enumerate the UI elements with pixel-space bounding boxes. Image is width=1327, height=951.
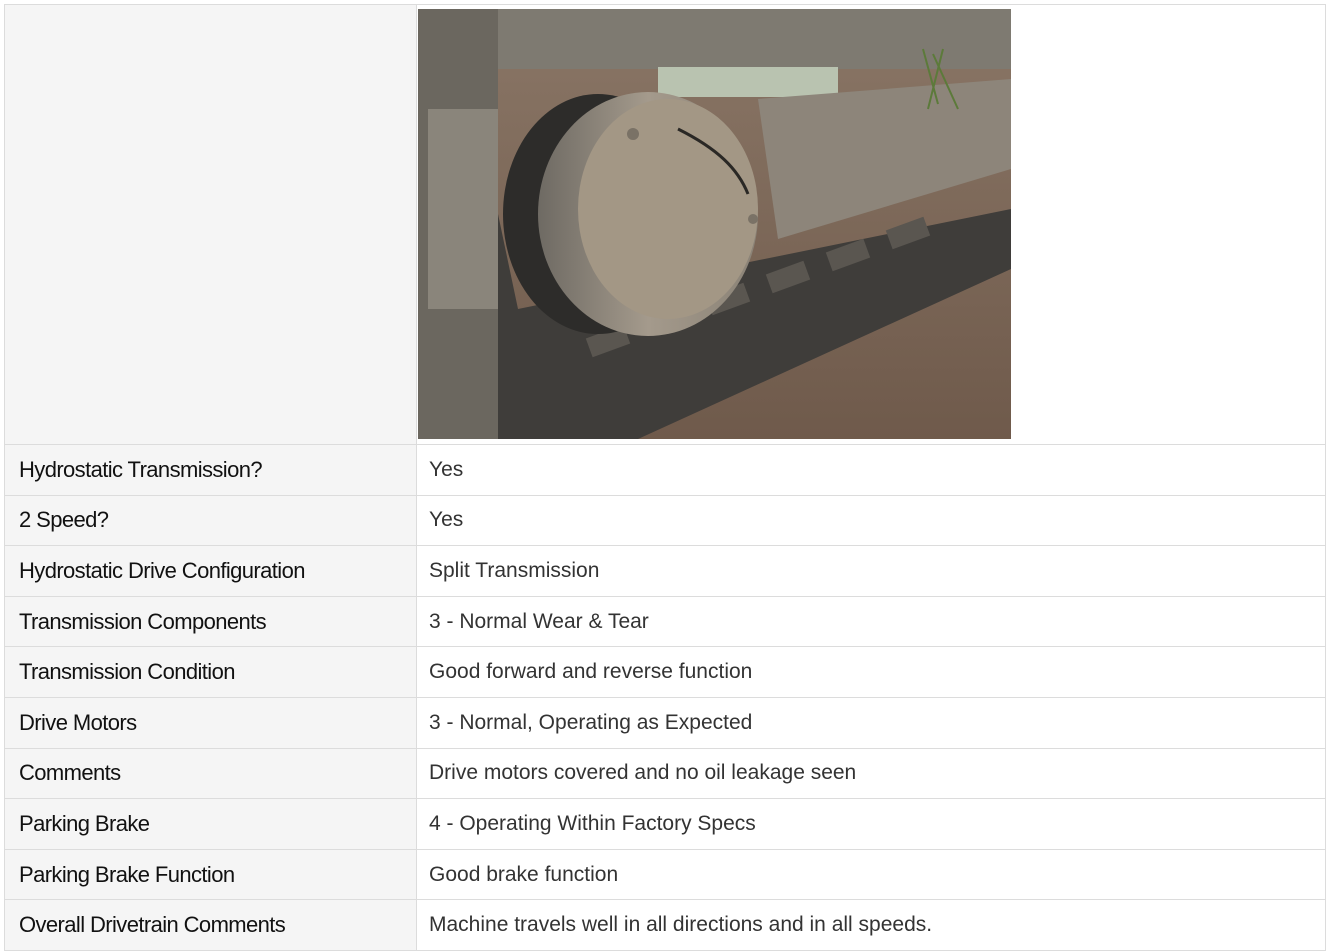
table-row: Parking Brake Function Good brake functi…	[4, 848, 1326, 901]
row-value: 4 - Operating Within Factory Specs	[416, 798, 1326, 850]
table-row: Overall Drivetrain Comments Machine trav…	[4, 899, 1326, 951]
photo-row	[4, 4, 1326, 445]
photo-cell	[416, 4, 1326, 445]
row-value: Good forward and reverse function	[416, 646, 1326, 698]
row-label: Parking Brake Function	[4, 848, 417, 901]
table-row: 2 Speed? Yes	[4, 494, 1326, 547]
row-label: 2 Speed?	[4, 494, 417, 547]
table-row: Hydrostatic Drive Configuration Split Tr…	[4, 545, 1326, 597]
drivetrain-spec-table: Hydrostatic Transmission? Yes 2 Speed? Y…	[4, 4, 1326, 951]
row-label: Overall Drivetrain Comments	[4, 899, 417, 951]
table-row: Transmission Components 3 - Normal Wear …	[4, 595, 1326, 648]
row-label: Hydrostatic Drive Configuration	[4, 545, 417, 597]
row-value: Good brake function	[416, 848, 1326, 901]
table-row: Comments Drive motors covered and no oil…	[4, 747, 1326, 800]
row-value: 3 - Normal, Operating as Expected	[416, 696, 1326, 749]
row-value: Drive motors covered and no oil leakage …	[416, 747, 1326, 800]
drive-motor-photo[interactable]	[418, 9, 1011, 439]
row-value: Yes	[416, 494, 1326, 547]
row-value: Machine travels well in all directions a…	[416, 899, 1326, 951]
photo-label-cell	[4, 4, 417, 445]
table-row: Parking Brake 4 - Operating Within Facto…	[4, 798, 1326, 850]
row-label: Comments	[4, 747, 417, 800]
row-label: Hydrostatic Transmission?	[4, 444, 417, 496]
row-label: Drive Motors	[4, 696, 417, 749]
row-value: Yes	[416, 444, 1326, 496]
row-label: Transmission Components	[4, 595, 417, 648]
table-row: Transmission Condition Good forward and …	[4, 646, 1326, 698]
row-label: Parking Brake	[4, 798, 417, 850]
row-value: 3 - Normal Wear & Tear	[416, 595, 1326, 648]
table-row: Hydrostatic Transmission? Yes	[4, 444, 1326, 496]
row-value: Split Transmission	[416, 545, 1326, 597]
row-label: Transmission Condition	[4, 646, 417, 698]
table-row: Drive Motors 3 - Normal, Operating as Ex…	[4, 696, 1326, 749]
